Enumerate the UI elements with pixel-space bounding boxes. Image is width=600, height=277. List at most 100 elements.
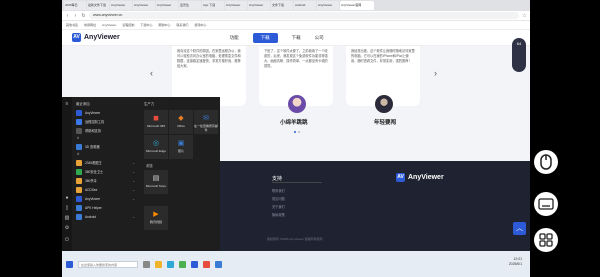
tiles-area: 生产力 ◼ Microsoft 365 ◆ Office ✉ 在一处查看所有邮件… bbox=[142, 100, 218, 230]
app-icon[interactable] bbox=[203, 260, 210, 268]
file-explorer-icon[interactable] bbox=[155, 260, 162, 268]
nav-download[interactable]: 下载 bbox=[292, 35, 301, 41]
scroll-to-top-icon[interactable]: ︿ bbox=[513, 222, 526, 235]
taskbar-clock[interactable]: 12:01 2025/6/1 bbox=[509, 257, 522, 267]
document-icon[interactable]: ▯ bbox=[64, 205, 70, 211]
tile[interactable]: ◆ Office bbox=[169, 110, 193, 134]
folder-icon bbox=[76, 195, 82, 202]
badge-count: 64 bbox=[516, 41, 522, 46]
app-label: 360安全卫士 bbox=[85, 170, 104, 174]
tile[interactable]: ◎ Microsoft Edge bbox=[144, 135, 168, 159]
app-item[interactable]: AnyViewer bbox=[73, 108, 139, 117]
browser-tab[interactable]: 2025每日 bbox=[64, 1, 86, 10]
browser-tab[interactable]: AnyViewer bbox=[110, 1, 132, 10]
browser-tab[interactable]: AnyViewer bbox=[225, 1, 247, 10]
hamburger-icon[interactable]: ≡ bbox=[64, 101, 70, 107]
url-input[interactable]: www.anyviewer.cn bbox=[89, 12, 519, 19]
bookmark-item[interactable]: 游戏中心 bbox=[194, 23, 206, 27]
app-folder[interactable]: Android ⌄ bbox=[73, 212, 139, 221]
app-item[interactable]: 3D 查看器 bbox=[73, 142, 139, 151]
browser-tab[interactable]: App 下载 bbox=[202, 1, 224, 10]
app-folder[interactable]: 2345看图王 ⌄ bbox=[73, 158, 139, 167]
app-icon[interactable] bbox=[215, 260, 222, 268]
browser-tab[interactable]: 爱普生 bbox=[179, 1, 201, 10]
bookmark-item[interactable]: 联系我们 bbox=[176, 23, 188, 27]
edge-icon[interactable] bbox=[167, 260, 174, 268]
browser-tab[interactable]: AnyViewer bbox=[133, 1, 155, 10]
bookmark-item[interactable]: 帮助中心 bbox=[158, 23, 170, 27]
carousel-dots bbox=[294, 131, 300, 133]
back-icon[interactable]: ‹ bbox=[65, 13, 70, 19]
app-label: 3D 查看器 bbox=[85, 145, 100, 149]
browser-tab[interactable]: 最新文件下载 bbox=[87, 1, 109, 10]
tile[interactable]: ▶ 腾讯视频 bbox=[144, 206, 168, 230]
tiles-section-title: 生产力 bbox=[144, 102, 155, 106]
letter-header[interactable]: A bbox=[73, 151, 139, 158]
forward-icon[interactable]: › bbox=[73, 13, 78, 19]
keyboard-icon[interactable] bbox=[534, 192, 558, 216]
app-folder[interactable]: ACDSee ⌄ bbox=[73, 185, 139, 194]
app-item[interactable]: 远程控制工具 bbox=[73, 117, 139, 126]
bookmark-item[interactable]: 常用网址 bbox=[84, 23, 96, 27]
nav-company[interactable]: 公司 bbox=[315, 35, 324, 41]
anyviewer-icon[interactable] bbox=[191, 260, 198, 268]
nav-features[interactable]: 功能 bbox=[230, 35, 239, 41]
browser-tab-bar: 2025每日 最新文件下载 AnyViewer AnyViewer AnyVie… bbox=[62, 0, 530, 11]
chevron-down-icon: ⌄ bbox=[132, 169, 135, 174]
bookmark-item[interactable]: 其他书签 bbox=[66, 23, 78, 27]
anyviewer-logo-icon: AV bbox=[396, 173, 405, 182]
browser-tab[interactable]: Android bbox=[294, 1, 316, 10]
chrome-icon[interactable] bbox=[179, 260, 186, 268]
microsoft365-icon: ◼ bbox=[153, 115, 159, 122]
app-label: APK Helper bbox=[85, 205, 102, 210]
carousel-dot[interactable] bbox=[298, 131, 300, 133]
footer-logo[interactable]: AV AnyViewer bbox=[396, 173, 444, 182]
refresh-icon[interactable]: ↻ bbox=[81, 13, 86, 19]
next-arrow-icon[interactable]: › bbox=[434, 68, 437, 78]
task-view-icon[interactable] bbox=[143, 260, 150, 268]
prev-arrow-icon[interactable]: ‹ bbox=[150, 68, 153, 78]
user-icon[interactable]: ● bbox=[64, 195, 70, 201]
picture-icon[interactable]: ▨ bbox=[64, 215, 70, 221]
tile[interactable]: ▤ Microsoft Store bbox=[144, 170, 168, 194]
app-folder[interactable]: AnyViewer ⌄ bbox=[73, 194, 139, 203]
browser-tab-active[interactable]: AnyViewer官网 bbox=[340, 1, 374, 10]
browser-tab[interactable]: AnyViewer bbox=[156, 1, 178, 10]
app-folder[interactable]: 360安全卫士 ⌄ bbox=[73, 167, 139, 176]
tiles-section-title: 浏览 bbox=[146, 164, 153, 168]
bookmark-item[interactable]: 下载中心 bbox=[140, 23, 152, 27]
recent-section-title: 最近添加 bbox=[76, 102, 90, 106]
video-icon: ▶ bbox=[153, 211, 159, 218]
carousel-dot[interactable] bbox=[294, 131, 296, 133]
settings-icon[interactable]: ⚙ bbox=[64, 225, 70, 231]
footer-link[interactable]: 隐私政策 bbox=[272, 212, 285, 217]
app-item[interactable]: APK Helper bbox=[73, 203, 139, 212]
footer-link[interactable]: 关于我们 bbox=[272, 204, 285, 209]
browser-tab[interactable]: AnyViewer bbox=[248, 1, 270, 10]
footer-link[interactable]: 联系我们 bbox=[272, 188, 285, 193]
power-icon[interactable]: ⏻ bbox=[64, 237, 70, 243]
download-button[interactable]: 下载 bbox=[252, 32, 278, 43]
floating-assistant-badge[interactable]: 64 bbox=[512, 38, 526, 72]
menu-grid-icon[interactable] bbox=[534, 228, 558, 252]
app-label: 远程控制工具 bbox=[85, 120, 105, 124]
browser-tab[interactable]: AnyViewer bbox=[317, 1, 339, 10]
browser-tab[interactable]: 文件下载 bbox=[271, 1, 293, 10]
footer-link[interactable]: 常见问题 bbox=[272, 196, 285, 201]
site-logo-text[interactable]: AnyViewer bbox=[84, 34, 120, 41]
bookmark-item[interactable]: AnyViewer bbox=[102, 23, 116, 27]
windows-start-icon[interactable] bbox=[66, 260, 73, 268]
letter-header[interactable]: # bbox=[73, 135, 139, 142]
tile[interactable]: ◼ Microsoft 365 bbox=[144, 110, 168, 134]
folder-icon bbox=[76, 177, 82, 184]
tile[interactable]: ✉ 在一处查看所有邮件 bbox=[194, 110, 218, 134]
mouse-mode-icon[interactable] bbox=[534, 150, 558, 174]
testimonial-name: 年轻要闯 bbox=[374, 120, 397, 126]
tile[interactable]: ▣ 照片 bbox=[169, 135, 193, 159]
bookmark-item[interactable]: 远程控制 bbox=[122, 23, 134, 27]
app-item[interactable]: 帮助和支持 bbox=[73, 126, 139, 135]
star-icon[interactable]: ☆ bbox=[522, 13, 527, 19]
anyviewer-logo-icon[interactable]: AV bbox=[72, 33, 81, 42]
taskbar-search-input[interactable]: 在这里输入你要搜索的内容 bbox=[78, 260, 138, 268]
app-folder[interactable]: 360杀毒 ⌄ bbox=[73, 176, 139, 185]
